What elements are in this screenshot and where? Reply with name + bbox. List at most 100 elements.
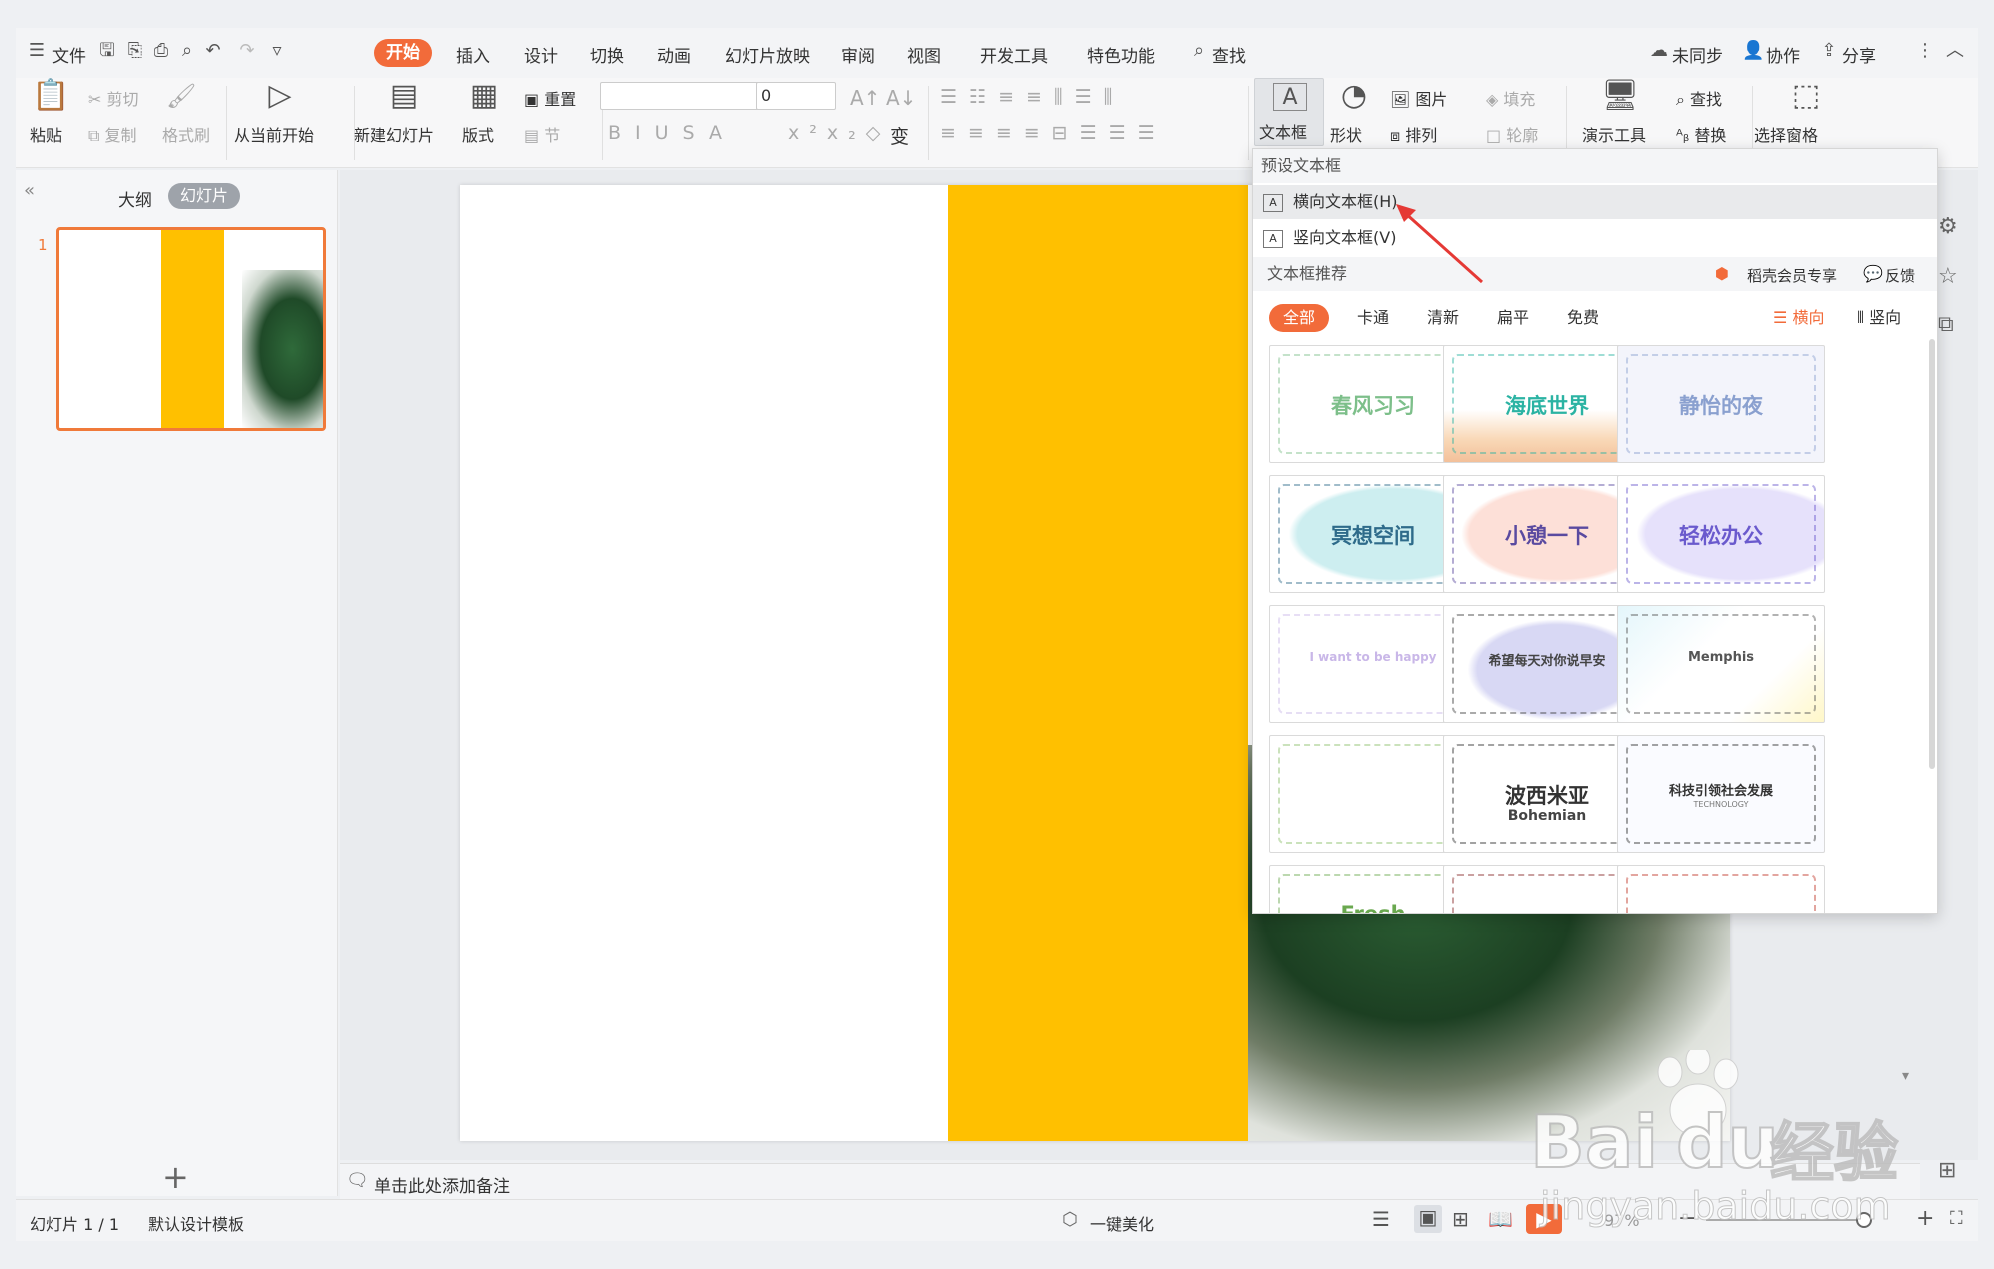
- textbox-template-card[interactable]: 静怡的夜: [1617, 345, 1825, 463]
- reset-button[interactable]: ▣ 重置: [524, 86, 576, 110]
- textbox-template-card[interactable]: Memphis: [1617, 605, 1825, 723]
- textbox-template-card[interactable]: 轻松办公: [1617, 475, 1825, 593]
- member-label[interactable]: 稻壳会员专享: [1747, 265, 1837, 286]
- tab-review[interactable]: 审阅: [841, 42, 875, 67]
- collapse-ribbon-icon[interactable]: ︿: [1944, 40, 1966, 62]
- vertical-textbox-item[interactable]: A 竖向文本框(V): [1253, 221, 1937, 255]
- tab-design[interactable]: 设计: [524, 42, 558, 67]
- redo-icon[interactable]: ↷: [236, 40, 258, 62]
- print-icon[interactable]: ⎙: [150, 40, 172, 62]
- collab-button[interactable]: 协作: [1766, 42, 1800, 67]
- present-tools-button[interactable]: 演示工具: [1582, 122, 1646, 146]
- export-icon[interactable]: ⎘: [124, 40, 146, 62]
- selection-pane-icon[interactable]: ⬚: [1786, 81, 1826, 111]
- new-slide-button[interactable]: 新建幻灯片: [354, 122, 434, 146]
- shape-icon[interactable]: ◔: [1334, 81, 1374, 111]
- share-icon[interactable]: ⇪: [1818, 40, 1840, 62]
- play-slideshow-icon[interactable]: ▶: [1526, 1204, 1562, 1234]
- zoom-out-icon[interactable]: −: [1678, 1206, 1696, 1231]
- sorter-view-icon[interactable]: ⊞: [1452, 1207, 1469, 1231]
- format-painter-button[interactable]: 格式刷: [162, 122, 210, 146]
- paste-button[interactable]: 粘贴: [30, 122, 62, 146]
- copy-button[interactable]: ⧉ 复制: [88, 122, 137, 146]
- beautify-button[interactable]: 一键美化: [1090, 1211, 1154, 1235]
- section-button[interactable]: ▤ 节: [524, 122, 560, 146]
- find-button[interactable]: ⌕ 查找: [1676, 86, 1722, 110]
- tab-insert[interactable]: 插入: [456, 42, 490, 67]
- hamburger-icon[interactable]: ☰: [26, 40, 48, 62]
- save-icon[interactable]: 🖫: [96, 40, 118, 62]
- zoom-level[interactable]: 97%: [1604, 1211, 1640, 1230]
- selection-pane-button[interactable]: 选择窗格: [1754, 122, 1818, 146]
- fit-window-icon[interactable]: ⛶: [1950, 1208, 1963, 1229]
- tab-developer[interactable]: 开发工具: [980, 42, 1048, 67]
- list-buttons[interactable]: ☰☷≡≡⫼☰⫼: [940, 86, 1124, 108]
- print-preview-icon[interactable]: ⌕: [176, 40, 198, 62]
- layout-icon[interactable]: ▦: [466, 81, 502, 111]
- notes-bar[interactable]: 🗨 单击此处添加备注: [340, 1163, 1920, 1199]
- notes-placeholder[interactable]: 单击此处添加备注: [374, 1172, 510, 1197]
- scroll-arrows-icon[interactable]: ▾: [1902, 1068, 1909, 1084]
- tab-slides[interactable]: 幻灯片: [168, 183, 241, 209]
- font-style-buttons[interactable]: BIUSA: [608, 122, 736, 144]
- star-icon[interactable]: ☆: [1938, 264, 1958, 289]
- tab-outline[interactable]: 大纲: [118, 186, 152, 211]
- add-slide-button[interactable]: +: [162, 1158, 189, 1196]
- tab-animation[interactable]: 动画: [657, 42, 691, 67]
- reading-view-icon[interactable]: 📖: [1488, 1207, 1513, 1231]
- cloud-icon[interactable]: ☁: [1648, 40, 1670, 62]
- shape-button[interactable]: 形状: [1330, 122, 1362, 146]
- grid-icon[interactable]: ⊞: [1938, 1158, 1956, 1183]
- filter-flat[interactable]: 扁平: [1497, 304, 1529, 332]
- tab-special[interactable]: 特色功能: [1087, 42, 1155, 67]
- play-from-current-icon[interactable]: ▷: [260, 81, 300, 111]
- dropdown-scrollbar[interactable]: [1929, 339, 1935, 769]
- shrink-font-icon[interactable]: A↓: [886, 86, 916, 110]
- zoom-slider-knob[interactable]: [1856, 1212, 1873, 1228]
- text-effects-icon[interactable]: 变: [890, 122, 909, 149]
- filter-fresh[interactable]: 清新: [1427, 304, 1459, 332]
- normal-view-icon[interactable]: ▣: [1414, 1205, 1442, 1233]
- tab-slideshow[interactable]: 幻灯片放映: [725, 42, 810, 67]
- sync-status[interactable]: 未同步: [1672, 42, 1723, 67]
- cut-button[interactable]: ✂ 剪切: [88, 86, 139, 110]
- yellow-rectangle[interactable]: [948, 185, 1248, 1141]
- share-button[interactable]: 分享: [1842, 42, 1876, 67]
- replace-button[interactable]: ᴬᵦ 替换: [1676, 122, 1726, 146]
- collab-icon[interactable]: 👤: [1742, 40, 1764, 62]
- textbox-button[interactable]: A 文本框: [1254, 78, 1324, 146]
- tab-home[interactable]: 开始: [374, 39, 432, 67]
- zoom-slider-track[interactable]: [1706, 1219, 1866, 1221]
- copy-style-icon[interactable]: ⧉: [1938, 312, 1954, 337]
- font-name-select[interactable]: [600, 82, 774, 110]
- filter-cartoon[interactable]: 卡通: [1357, 304, 1389, 332]
- picture-button[interactable]: 🖼 图片: [1390, 86, 1447, 110]
- tab-transition[interactable]: 切换: [590, 42, 624, 67]
- tab-view[interactable]: 视图: [907, 42, 941, 67]
- fill-button[interactable]: ◈ 填充: [1486, 86, 1535, 110]
- template-name[interactable]: 默认设计模板: [148, 1211, 244, 1235]
- arrange-button[interactable]: ⧈ 排列: [1390, 122, 1437, 146]
- format-painter-icon[interactable]: 🖌: [166, 82, 196, 110]
- font-size-select[interactable]: 0: [756, 82, 836, 110]
- more-icon[interactable]: ⋮: [1914, 40, 1936, 62]
- outline-button[interactable]: □ 轮廓: [1486, 122, 1538, 146]
- script-buttons[interactable]: x²x₂◇: [788, 122, 890, 144]
- present-tools-icon[interactable]: 🖥: [1600, 81, 1640, 111]
- new-slide-icon[interactable]: ▤: [384, 81, 424, 111]
- zoom-in-icon[interactable]: +: [1916, 1206, 1934, 1231]
- align-buttons[interactable]: ≡≡≡≡⊟☰☰☰: [940, 122, 1167, 144]
- orient-vertical[interactable]: ⦀ 竖向: [1857, 304, 1901, 332]
- orient-horizontal[interactable]: ☰ 横向: [1773, 304, 1824, 332]
- undo-icon[interactable]: ↶: [202, 40, 224, 62]
- filter-all[interactable]: 全部: [1269, 304, 1330, 332]
- search-icon[interactable]: ⌕: [1188, 40, 1210, 62]
- from-current-button[interactable]: 从当前开始: [234, 122, 314, 146]
- file-menu[interactable]: 文件: [52, 42, 86, 67]
- filter-free[interactable]: 免费: [1567, 304, 1599, 332]
- textbox-template-card[interactable]: 科技引领社会发展 TECHNOLOGY: [1617, 735, 1825, 853]
- paste-icon[interactable]: 📋: [32, 81, 69, 111]
- properties-icon[interactable]: ⚙: [1938, 214, 1958, 239]
- customize-qa-icon[interactable]: ▿: [266, 40, 288, 62]
- search-label[interactable]: 查找: [1212, 42, 1246, 67]
